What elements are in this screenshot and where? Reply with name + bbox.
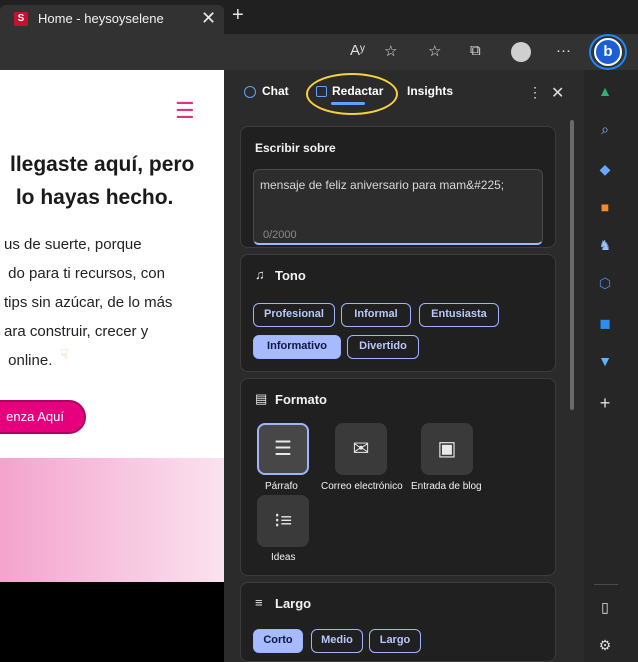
office-icon[interactable]: ⬡: [596, 274, 614, 292]
tone-option-divertido[interactable]: Divertido: [347, 335, 419, 359]
length-icon: ≡: [255, 595, 263, 610]
more-icon[interactable]: ···: [556, 42, 571, 59]
close-panel-icon[interactable]: ✕: [551, 83, 564, 103]
tone-title: Tono: [275, 268, 306, 283]
write-about-card: Escribir sobre mensaje de feliz aniversa…: [240, 126, 556, 248]
search-icon[interactable]: ⌕: [596, 120, 614, 138]
tab-insights[interactable]: Insights: [407, 84, 453, 98]
games-icon[interactable]: ♞: [596, 236, 614, 254]
settings-icon[interactable]: ⚙: [596, 636, 614, 654]
panel-header: Chat Redactar Insights ⋮ ✕: [224, 70, 584, 118]
format-label-parrafo: Párrafo: [265, 481, 298, 492]
panel-more-icon[interactable]: ⋮: [528, 84, 542, 101]
tab-strip: S Home - heysoyselene ✕ +: [0, 0, 638, 34]
format-label-blog: Entrada de blog: [411, 481, 482, 492]
outlook-icon[interactable]: ◼: [596, 314, 614, 332]
favorites-icon[interactable]: ☆: [428, 42, 441, 60]
chat-icon: [244, 86, 256, 98]
format-label-correo: Correo electrónico: [321, 481, 403, 492]
selected-tab-indicator: [331, 102, 365, 105]
email-icon[interactable]: ✉: [335, 423, 387, 475]
sidebar-toggle-icon[interactable]: ▯: [596, 598, 614, 616]
send-icon[interactable]: ▼: [596, 352, 614, 370]
paragraph-icon[interactable]: ☰: [257, 423, 309, 475]
menu-icon[interactable]: ☰: [175, 98, 195, 124]
compose-icon: [316, 86, 327, 97]
close-tab-icon[interactable]: ✕: [201, 8, 216, 29]
tone-option-informativo[interactable]: Informativo: [253, 335, 341, 359]
cta-button[interactable]: enza Aquí: [0, 400, 86, 434]
length-option-medio[interactable]: Medio: [311, 629, 363, 653]
read-aloud-icon[interactable]: Aʸ: [350, 42, 365, 59]
tab-chat[interactable]: Chat: [262, 84, 289, 98]
tone-option-informal[interactable]: Informal: [341, 303, 411, 327]
tree-icon[interactable]: ▲: [596, 82, 614, 100]
tone-option-profesional[interactable]: Profesional: [253, 303, 335, 327]
tab-title: Home - heysoyselene: [38, 11, 164, 26]
format-card: ▤ Formato ☰ Párrafo ✉ Correo electrónico…: [240, 378, 556, 576]
browser-tab[interactable]: S Home - heysoyselene ✕: [0, 5, 224, 34]
tone-icon: ♫: [255, 267, 265, 282]
format-title: Formato: [275, 392, 327, 407]
length-option-corto[interactable]: Corto: [253, 629, 303, 653]
blog-post-icon[interactable]: ▣: [421, 423, 473, 475]
sidebar-divider: [594, 584, 618, 585]
length-title: Largo: [275, 596, 312, 611]
char-counter: 0/2000: [263, 229, 297, 241]
copilot-icon[interactable]: b: [594, 38, 622, 66]
tag-icon[interactable]: ◆: [596, 160, 614, 178]
new-tab-icon[interactable]: +: [232, 4, 244, 27]
ideas-list-icon[interactable]: ⁝≡: [257, 495, 309, 547]
hero-title: llegaste aquí, pero lo hayas hecho.: [10, 153, 195, 209]
tab-redactar[interactable]: Redactar: [332, 84, 383, 98]
add-icon[interactable]: +: [596, 394, 614, 412]
banner-image: [0, 458, 224, 582]
length-card: ≡ Largo Corto Medio Largo: [240, 582, 556, 662]
browser-toolbar: Aʸ ☆ ☆ ⧉ ··· b: [0, 34, 638, 70]
edge-sidebar: ▲ ⌕ ◆ ■ ♞ ⬡ ◼ ▼ + ▯ ⚙: [584, 70, 638, 662]
dark-section: [0, 582, 224, 662]
collections-icon[interactable]: ⧉: [470, 42, 481, 59]
write-about-label: Escribir sobre: [255, 141, 336, 155]
web-page: ☰ llegaste aquí, pero lo hayas hecho. us…: [0, 70, 224, 662]
profile-icon[interactable]: [511, 42, 531, 62]
copilot-panel: Chat Redactar Insights ⋮ ✕ Escribir sobr…: [224, 70, 584, 662]
panel-scrollbar[interactable]: [570, 120, 574, 410]
tone-card: ♫ Tono Profesional Informal Entusiasta I…: [240, 254, 556, 372]
length-option-largo[interactable]: Largo: [369, 629, 421, 653]
tone-option-entusiasta[interactable]: Entusiasta: [419, 303, 499, 327]
format-label-ideas: Ideas: [271, 552, 296, 563]
format-icon: ▤: [255, 391, 268, 406]
hero-text: us de suerte, porque do para ti recursos…: [4, 236, 173, 369]
add-favorite-icon[interactable]: ☆: [384, 42, 397, 60]
briefcase-icon[interactable]: ■: [596, 198, 614, 216]
site-favicon-icon: S: [14, 12, 28, 26]
pointing-hand-icon: ☟: [60, 346, 69, 362]
